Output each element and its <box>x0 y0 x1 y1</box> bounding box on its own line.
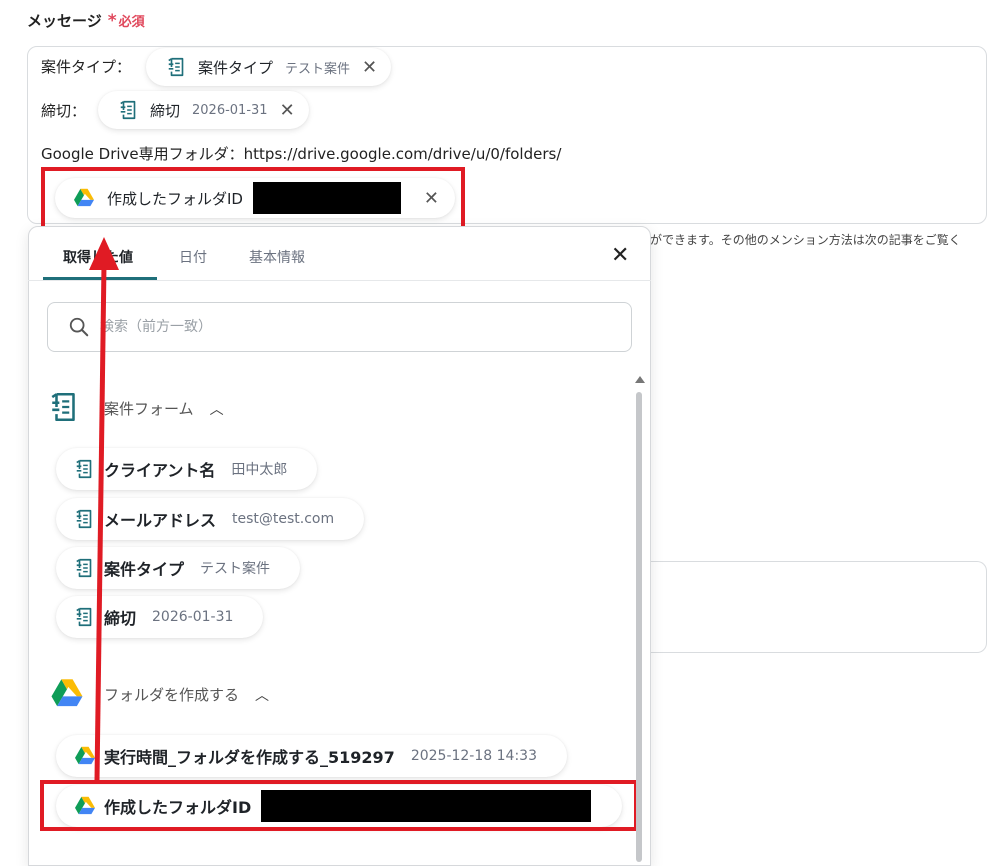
item-value: テスト案件 <box>200 561 271 577</box>
tab-divider <box>28 280 651 281</box>
item-value: 2026-01-31 <box>152 609 234 625</box>
form-icon <box>74 508 96 530</box>
item-label: 締切 <box>104 609 137 628</box>
tab-date[interactable]: 日付 <box>179 247 207 267</box>
pill-value: 2026-01-31 <box>192 102 268 118</box>
form-icon <box>74 557 96 579</box>
form-icon <box>74 606 96 628</box>
google-drive-section-icon <box>50 678 84 709</box>
scrollbar-thumb[interactable] <box>636 392 642 862</box>
chevron-up-icon[interactable]: ︿ <box>210 399 224 419</box>
section-header-drive[interactable]: フォルダを作成する ︿ <box>104 684 269 705</box>
field-label: メッセージ * 必須 <box>27 10 145 31</box>
list-item[interactable]: メールアドレス test@test.com <box>56 498 365 540</box>
highlight-box-source <box>40 780 638 831</box>
search-icon <box>69 317 89 337</box>
item-value: test@test.com <box>232 511 335 527</box>
item-label: メールアドレス <box>104 511 217 530</box>
search-box[interactable] <box>47 302 632 352</box>
item-label: 実行時間_フォルダを作成する_519297 <box>104 748 395 767</box>
list-item[interactable]: クライアント名 田中太郎 <box>56 448 318 490</box>
list-item[interactable]: 締切 2026-01-31 <box>56 596 264 638</box>
pill-value: テスト案件 <box>285 61 351 77</box>
field-label-text: メッセージ <box>27 12 102 30</box>
tab-basic-info[interactable]: 基本情報 <box>249 247 305 267</box>
chevron-up-icon[interactable]: ︿ <box>255 685 269 705</box>
google-drive-icon <box>74 746 96 766</box>
required-text: 必須 <box>118 15 145 30</box>
remove-mention-close-icon[interactable]: ✕ <box>280 100 295 121</box>
search-input[interactable] <box>98 318 602 336</box>
line1-prefix: 案件タイプ： <box>41 58 132 76</box>
line3-text: Google Drive専用フォルダ：https://drive.google.… <box>41 145 562 163</box>
item-value: 2025-12-18 14:33 <box>410 748 537 764</box>
background-field <box>650 561 987 653</box>
mention-pill-case-type[interactable]: 案件タイプ テスト案件 ✕ <box>146 48 392 86</box>
tab-obtained-values[interactable]: 取得した値 <box>63 247 133 267</box>
highlight-box-target <box>41 167 465 234</box>
mention-pill-deadline[interactable]: 締切 2026-01-31 ✕ <box>98 91 309 129</box>
form-icon <box>118 99 140 121</box>
item-value: 田中太郎 <box>231 462 288 478</box>
help-text: ができます。その他のメンション方法は次の記事をご覧く <box>650 233 961 247</box>
close-panel-icon[interactable]: ✕ <box>611 243 629 268</box>
pill-label: 案件タイプ <box>198 58 274 77</box>
remove-mention-close-icon[interactable]: ✕ <box>362 57 377 78</box>
form-icon <box>74 458 96 480</box>
list-item[interactable]: 案件タイプ テスト案件 <box>56 547 301 589</box>
item-label: クライアント名 <box>104 461 216 480</box>
item-label: 案件タイプ <box>104 560 185 579</box>
pill-label: 締切 <box>150 101 181 120</box>
form-icon <box>166 56 188 78</box>
form-section-icon <box>48 388 82 426</box>
section-title: 案件フォーム <box>104 400 194 418</box>
list-item[interactable]: 実行時間_フォルダを作成する_519297 2025-12-18 14:33 <box>56 735 567 777</box>
section-title: フォルダを作成する <box>104 686 240 704</box>
line2-prefix: 締切： <box>41 102 87 120</box>
required-star: * <box>107 11 117 31</box>
section-header-form[interactable]: 案件フォーム ︿ <box>104 398 224 419</box>
scroll-up-arrow-icon[interactable] <box>635 376 645 383</box>
